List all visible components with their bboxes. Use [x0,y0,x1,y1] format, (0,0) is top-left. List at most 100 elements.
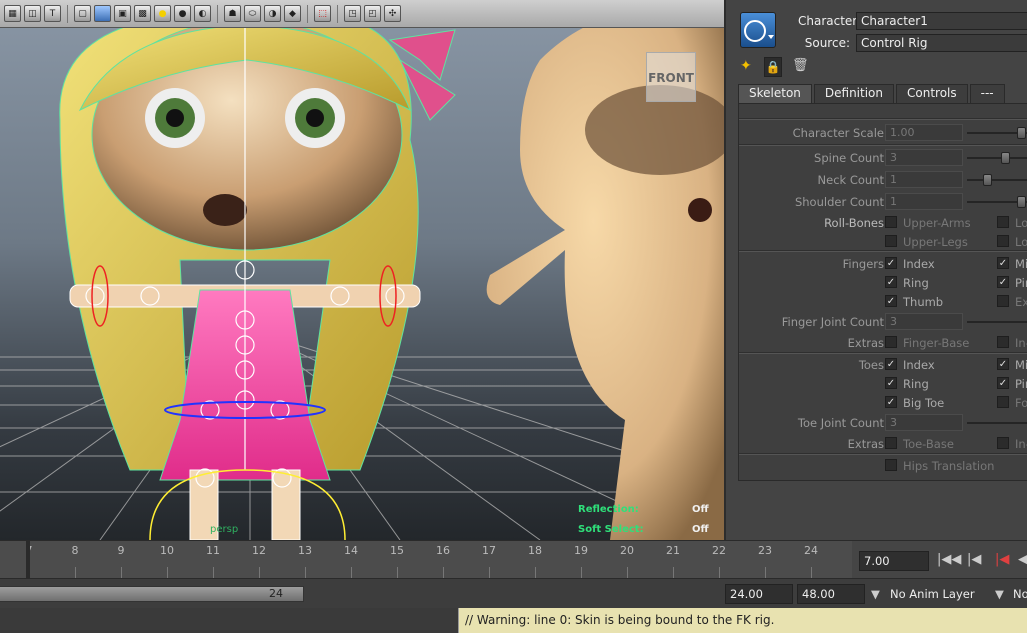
upper-arms-checkbox[interactable] [885,216,897,228]
spine-count-slider[interactable] [967,152,1027,164]
slider-knob[interactable] [983,174,992,186]
toolbar-separator [337,4,338,23]
spine-count-field[interactable]: 3 [885,149,963,166]
view-cube[interactable]: FRONT [646,52,696,102]
trash-icon[interactable]: 🗑 [792,58,809,73]
big-toe-checkbox[interactable]: ✓ [885,396,897,408]
finger-extra-checkbox[interactable] [997,295,1009,307]
checker-icon[interactable]: ▩ [134,5,151,22]
character-scale-slider[interactable] [967,127,1027,139]
sphere-shaded-icon[interactable]: ◐ [194,5,211,22]
finger-joint-count-row: Finger Joint Count 3 [739,313,1027,331]
lock-icon[interactable]: 🔒 [764,57,782,77]
tab-skeleton[interactable]: Skeleton [738,84,812,103]
time-slider[interactable]: 789101112131415161718192021222324 7.00 |… [0,540,1027,579]
step-back-icon[interactable]: |◀ [967,552,981,570]
toe-base-checkbox[interactable] [885,437,897,449]
neck-count-slider[interactable] [967,174,1027,186]
char-set-dropdown-arrow[interactable]: ▼ [995,584,1004,604]
finger-middle-checkbox[interactable]: ✓ [997,257,1009,269]
toe-ring-checkbox[interactable]: ✓ [885,377,897,389]
tab-more[interactable]: --- [969,84,1005,103]
current-time-marker[interactable] [26,541,30,579]
finger-extras-label: Extras [847,336,884,350]
toolbar-separator [307,4,308,23]
anim-end-field[interactable]: 24.00 [725,584,793,604]
toe-middle-checkbox[interactable]: ✓ [997,358,1009,370]
toolbar-separator [217,4,218,23]
anim-layer-dropdown[interactable]: No Anim Layer [890,584,975,604]
text-icon[interactable]: T [44,5,61,22]
command-line[interactable]: // Warning: line 0: Skin is being bound … [0,608,1027,633]
anim-layer-dropdown-arrow[interactable]: ▼ [871,584,880,604]
slider-knob[interactable] [1001,152,1010,164]
finger-index-checkbox[interactable]: ✓ [885,257,897,269]
lower-legs-checkbox[interactable] [997,235,1009,247]
tab-definition[interactable]: Definition [813,84,894,103]
hips-translation-checkbox[interactable] [885,459,897,471]
finger-joint-count-slider[interactable] [967,321,1027,323]
box-icon[interactable]: ◳ [344,5,361,22]
finger-base-checkbox[interactable] [885,336,897,348]
sparkle-icon[interactable]: ✦ [740,58,752,74]
shaded-cube-icon[interactable] [94,5,111,22]
hud-soft-select-value: Off [692,524,709,535]
step-back-key-icon[interactable]: |◀ [995,552,1009,570]
timeline-tick-label: 24 [804,544,818,557]
camera-label: persp [210,524,239,535]
select-icon[interactable]: ⬚ [314,5,331,22]
camera-icon[interactable]: ◫ [24,5,41,22]
lower-arms-checkbox[interactable] [997,216,1009,228]
char-set-dropdown[interactable]: No [1013,584,1027,604]
source-dropdown[interactable]: Control Rig [856,34,1027,52]
light-icon[interactable]: ● [154,5,171,22]
scene-render [0,8,724,540]
toe-base-label: Toe-Base [903,437,954,451]
spine-count-label: Spine Count [814,151,884,165]
range-slider-bar: 24 24.00 48.00 ▼ No Anim Layer ▼ No [0,578,1027,608]
neck-count-field[interactable]: 1 [885,171,963,188]
tab-controls[interactable]: Controls [896,84,968,103]
human-ik-logo-icon[interactable] [740,12,776,48]
upper-legs-checkbox[interactable] [885,235,897,247]
toe-pinky-checkbox[interactable]: ✓ [997,377,1009,389]
go-to-start-icon[interactable]: |◀◀ [937,552,961,570]
smooth-icon[interactable]: ⬭ [244,5,261,22]
finger-ring-checkbox[interactable]: ✓ [885,276,897,288]
link-icon[interactable]: ✣ [384,5,401,22]
wireframe-cube-icon[interactable]: ▢ [74,5,91,22]
shoulder-count-field[interactable]: 1 [885,193,963,210]
current-frame-field[interactable]: 7.00 [859,551,929,571]
3d-viewport[interactable]: ▦ ◫ T ▢ ▣ ▩ ● ● ◐ ☗ ⬭ ◑ ◆ ⬚ ◳ ◰ ✣ FRONT … [0,0,724,540]
blob-icon[interactable]: ◆ [284,5,301,22]
toe-joint-count-slider[interactable] [967,422,1027,424]
toe-in-checkbox[interactable] [997,437,1009,449]
shoulder-count-slider[interactable] [967,196,1027,208]
spine-count-row: Spine Count 3 [739,149,1027,167]
half-sphere-icon[interactable]: ◑ [264,5,281,22]
shoulder-count-row: Shoulder Count 1 [739,193,1027,211]
bust-icon[interactable]: ☗ [224,5,241,22]
play-back-icon[interactable]: ◀ [1018,552,1027,570]
slider-knob[interactable] [1017,196,1026,208]
time-ruler[interactable]: 789101112131415161718192021222324 [0,541,852,579]
finger-ring-label: Ring [903,276,929,290]
textured-cube-icon[interactable]: ▣ [114,5,131,22]
playback-end-field[interactable]: 48.00 [797,584,865,604]
sphere-icon[interactable]: ● [174,5,191,22]
toe-index-checkbox[interactable]: ✓ [885,358,897,370]
girl-character [59,9,456,540]
character-dropdown[interactable]: Character1 [856,12,1027,30]
finger-joint-count-field[interactable]: 3 [885,313,963,330]
grid-icon[interactable]: ▦ [4,5,21,22]
timeline-tick-label: 21 [666,544,680,557]
finger-thumb-checkbox[interactable]: ✓ [885,295,897,307]
box-icon-2[interactable]: ◰ [364,5,381,22]
character-scale-field[interactable]: 1.00 [885,124,963,141]
slider-knob[interactable] [1017,127,1026,139]
finger-pinky-checkbox[interactable]: ✓ [997,276,1009,288]
finger-in-checkbox[interactable] [997,336,1009,348]
toe-foot-checkbox[interactable] [997,396,1009,408]
range-slider[interactable]: 24 [0,586,304,602]
toe-joint-count-field[interactable]: 3 [885,414,963,431]
